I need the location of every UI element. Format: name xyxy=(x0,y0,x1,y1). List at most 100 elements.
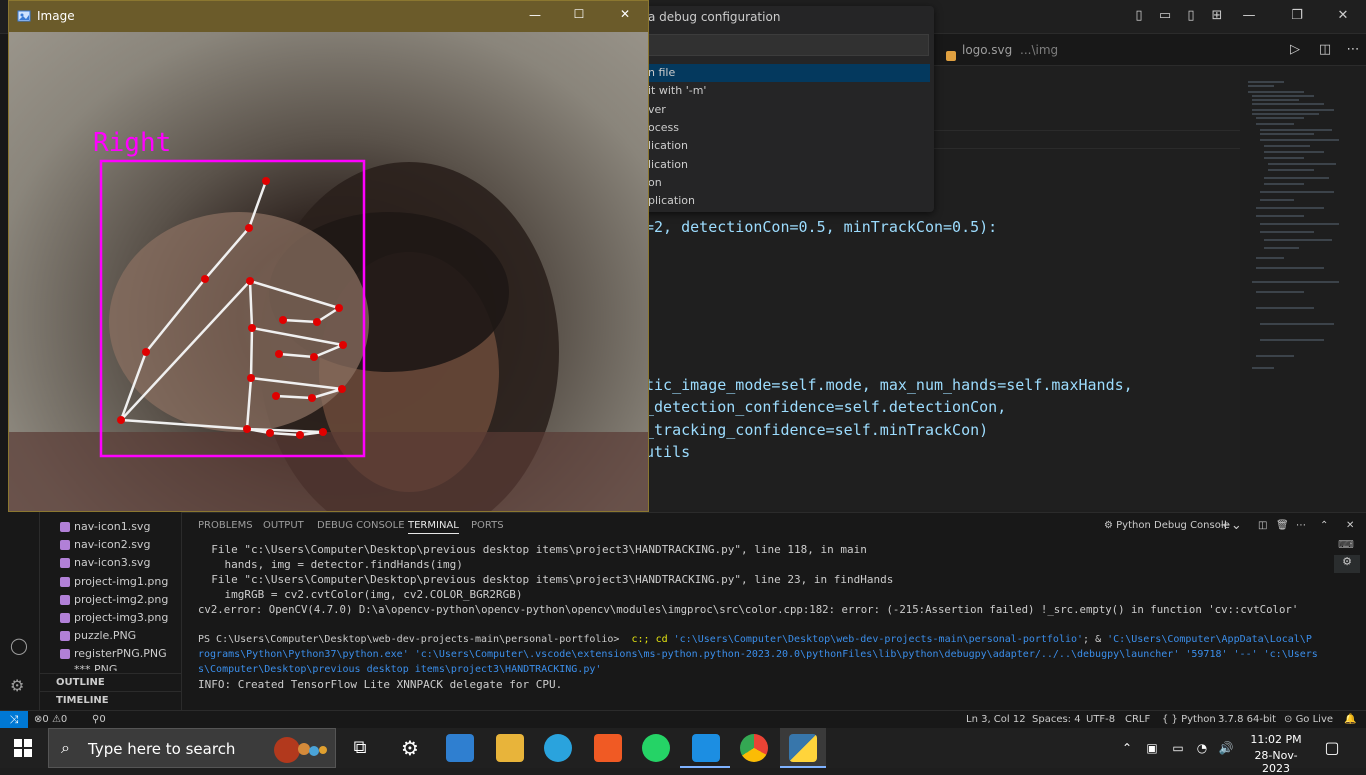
trash-icon[interactable]: 🗑 xyxy=(1276,518,1289,534)
python-debug-console-selector[interactable]: ⚙ Python Debug Console xyxy=(1104,518,1230,534)
tab-problems[interactable]: PROBLEMS xyxy=(198,518,253,534)
more-actions-icon[interactable]: ⋯ xyxy=(1344,41,1362,59)
explorer-sidebar: nav-icon1.svg nav-icon2.svg nav-icon3.sv… xyxy=(40,512,182,710)
image-file-icon xyxy=(60,613,70,623)
outline-section[interactable]: OUTLINE xyxy=(40,673,181,691)
code-line[interactable]: _detection_confidence=self.detectionCon, xyxy=(645,398,1006,416)
remote-icon[interactable]: ⤨ xyxy=(0,711,28,729)
terminal-line: INFO: Created TensorFlow Lite XNNPACK de… xyxy=(198,678,563,691)
eol[interactable]: CRLF xyxy=(1125,711,1150,729)
notification-center-icon[interactable]: ▢ xyxy=(1320,728,1344,768)
terminal-line: imgRGB = cv2.cvtColor(img, cv2.COLOR_BGR… xyxy=(198,588,523,601)
quickpick-item[interactable]: on xyxy=(645,174,930,192)
indentation[interactable]: Spaces: 4 xyxy=(1032,711,1081,729)
toggle-sidebar-icon[interactable]: ▯ xyxy=(1130,7,1148,25)
restore-button[interactable]: ❐ xyxy=(1288,7,1306,25)
cursor-position[interactable]: Ln 3, Col 12 xyxy=(966,711,1026,729)
hand-label: Right xyxy=(93,128,171,158)
list-item[interactable]: project-img1.png xyxy=(60,573,168,591)
battery-icon[interactable]: ▭ xyxy=(1168,728,1188,768)
code-line[interactable]: _tracking_confidence=self.minTrackCon) xyxy=(645,421,988,439)
minimize-button[interactable]: — xyxy=(527,8,543,22)
quickpick-item[interactable]: ocess xyxy=(645,119,930,137)
brave-icon[interactable] xyxy=(594,734,622,762)
add-terminal-icon[interactable]: +⌄ xyxy=(1220,518,1242,534)
split-terminal-icon[interactable]: ◫ xyxy=(1258,518,1267,534)
terminal-list-icon[interactable]: ⌨ xyxy=(1338,538,1356,554)
computer-icon[interactable] xyxy=(446,734,474,762)
list-item[interactable]: nav-icon2.svg xyxy=(60,536,150,554)
close-button[interactable]: ✕ xyxy=(1334,7,1352,25)
terminal-line: hands, img = detector.findHands(img) xyxy=(198,558,463,571)
code-line[interactable]: utils xyxy=(645,443,690,461)
maximize-button[interactable]: ☐ xyxy=(571,7,587,21)
tab-logo-svg[interactable]: logo.svg ...\img xyxy=(940,34,1058,66)
list-item[interactable]: project-img3.png xyxy=(60,609,168,627)
code-line[interactable]: tic_image_mode=self.mode, max_num_hands=… xyxy=(645,376,1133,394)
run-icon[interactable]: ▷ xyxy=(1286,41,1304,59)
taskbar-search[interactable]: ⌕ Type here to search xyxy=(48,728,336,768)
telegram-icon[interactable] xyxy=(544,734,572,762)
customize-layout-icon[interactable]: ⊞ xyxy=(1208,7,1226,25)
account-icon[interactable]: ◯ xyxy=(10,636,30,656)
language-mode[interactable]: { } Python xyxy=(1162,711,1216,729)
terminal-line: cv2.error: OpenCV(4.7.0) D:\a\opencv-pyt… xyxy=(198,603,1299,616)
code-line[interactable]: =2, detectionCon=0.5, minTrackCon=0.5): xyxy=(645,218,997,236)
minimize-button[interactable]: — xyxy=(1240,7,1258,25)
quickpick-item[interactable]: it with '-m' xyxy=(645,82,930,100)
image-file-icon xyxy=(60,631,70,641)
list-item[interactable]: puzzle.PNG xyxy=(60,627,136,645)
tab-output[interactable]: OUTPUT xyxy=(263,518,304,534)
toggle-secondary-sidebar-icon[interactable]: ▯ xyxy=(1182,7,1200,25)
tab-terminal[interactable]: TERMINAL xyxy=(408,518,459,534)
image-window-titlebar[interactable]: Image — ☐ ✕ xyxy=(9,1,648,32)
go-live-button[interactable]: ⊙ Go Live xyxy=(1284,711,1333,729)
quickpick-item[interactable]: lication xyxy=(645,156,930,174)
terminal-line: rograms\Python\Python37\python.exe' 'c:\… xyxy=(198,649,1318,660)
python-interpreter[interactable]: 3.7.8 64-bit xyxy=(1218,711,1276,729)
tab-debug-console[interactable]: DEBUG CONSOLE xyxy=(317,518,405,534)
gear-icon: ⚙ xyxy=(1104,520,1117,531)
image-window-title: Image xyxy=(37,9,75,23)
volume-icon[interactable]: 🔊 xyxy=(1216,728,1236,768)
ports-status[interactable]: ⚲0 xyxy=(92,711,106,729)
tab-ports[interactable]: PORTS xyxy=(471,518,504,534)
network-drive-icon[interactable]: ▣ xyxy=(1142,728,1162,768)
tab-label: logo.svg xyxy=(962,43,1013,57)
quickpick-item[interactable]: n file xyxy=(645,64,930,82)
terminal-line: File "c:\Users\Computer\Desktop\previous… xyxy=(198,543,867,556)
settings-icon[interactable]: ⚙ xyxy=(396,734,424,762)
more-actions-icon[interactable]: ⋯ xyxy=(1296,518,1306,534)
list-item[interactable]: project-img2.png xyxy=(60,591,168,609)
wifi-icon[interactable]: ◔ xyxy=(1192,728,1212,768)
chrome-icon[interactable] xyxy=(740,734,768,762)
quickpick-item[interactable]: ver xyxy=(645,101,930,119)
minimap[interactable] xyxy=(1244,78,1354,378)
list-item[interactable]: *** PNG xyxy=(74,661,117,671)
windows-start-icon[interactable] xyxy=(14,739,32,757)
chevron-up-icon[interactable]: ⌃ xyxy=(1118,728,1136,768)
close-panel-icon[interactable]: ✕ xyxy=(1346,518,1354,534)
clock[interactable]: 11:02 PM 28-Nov-2023 xyxy=(1244,731,1308,775)
gear-icon[interactable]: ⚙ xyxy=(10,676,30,696)
whatsapp-icon[interactable] xyxy=(642,734,670,762)
problems-status[interactable]: ⊗0 ⚠0 xyxy=(34,711,67,729)
quickpick-input[interactable] xyxy=(645,34,929,56)
task-view-icon[interactable]: ⧉ xyxy=(346,734,374,762)
debug-icon[interactable]: ⚙ xyxy=(1334,555,1360,573)
split-editor-icon[interactable]: ◫ xyxy=(1316,41,1334,59)
close-button[interactable]: ✕ xyxy=(617,7,633,21)
python-taskbar-item[interactable] xyxy=(780,728,826,768)
quickpick-item[interactable]: plication xyxy=(645,192,930,210)
list-item[interactable]: nav-icon3.svg xyxy=(60,554,150,572)
list-item[interactable]: nav-icon1.svg xyxy=(60,518,150,536)
encoding[interactable]: UTF-8 xyxy=(1086,711,1115,729)
maximize-panel-icon[interactable]: ⌃ xyxy=(1320,518,1328,534)
timeline-section[interactable]: TIMELINE xyxy=(40,691,181,709)
quickpick-item[interactable]: lication xyxy=(645,137,930,155)
camera-frame: Right xyxy=(9,32,648,511)
file-explorer-icon[interactable] xyxy=(496,734,524,762)
toggle-panel-icon[interactable]: ▭ xyxy=(1156,7,1174,25)
notifications-icon[interactable]: 🔔 xyxy=(1344,711,1356,729)
vscode-icon[interactable] xyxy=(692,734,720,762)
